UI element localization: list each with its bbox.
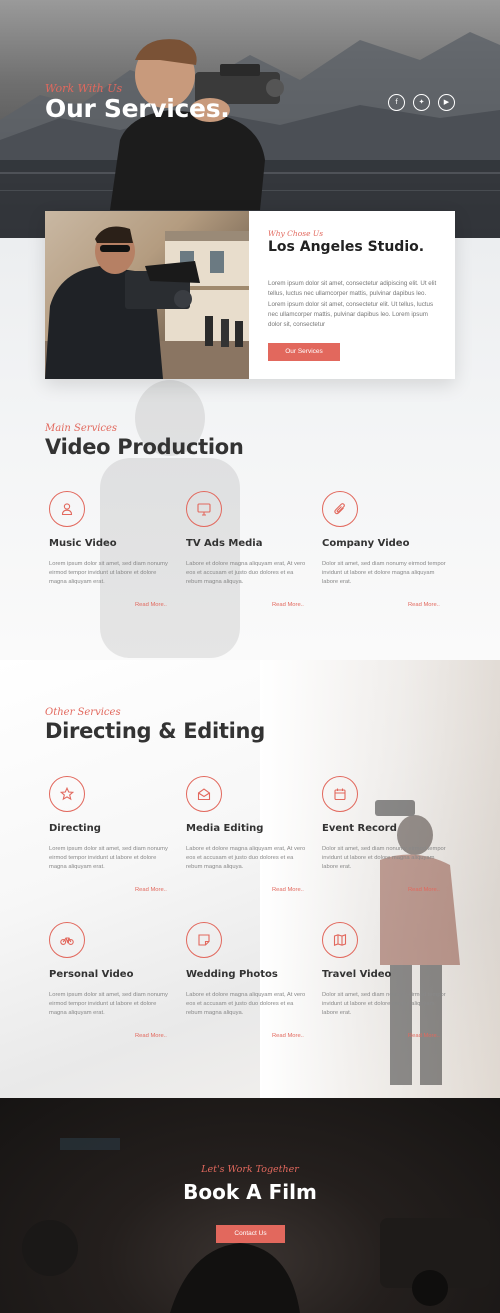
service-description: Dolor sit amet, sed diam nonumy eirmod t… <box>322 846 446 871</box>
monitor-icon <box>186 491 222 527</box>
service-description: Labore et dolore magna aliquyam erat, At… <box>186 846 306 871</box>
studio-card: Why Chose Us Los Angeles Studio. Lorem i… <box>45 211 455 379</box>
service-description: Labore et dolore magna aliquyam erat, At… <box>186 992 306 1017</box>
service-description: Lorem ipsum dolor sit amet, sed diam non… <box>49 992 168 1017</box>
service-name: Media Editing <box>186 823 264 834</box>
twitter-icon[interactable]: ✦ <box>413 94 430 111</box>
user-icon <box>49 491 85 527</box>
book-title: Book A Film <box>183 1180 317 1204</box>
studio-subtitle: Why Chose Us <box>268 229 324 238</box>
read-more-link[interactable]: Read More.. <box>135 1033 167 1039</box>
calendar-icon <box>322 776 358 812</box>
paperclip-icon <box>322 491 358 527</box>
read-more-link[interactable]: Read More.. <box>408 602 440 608</box>
service-description: Labore et dolore magna aliquyam erat, At… <box>186 561 306 586</box>
page-title: Our Services. <box>45 94 230 123</box>
book-background-image <box>22 1138 490 1313</box>
contact-us-button[interactable]: Contact Us <box>216 1225 285 1243</box>
hero-section: Work With Us Our Services. f ✦ ▶ <box>0 0 500 238</box>
read-more-link[interactable]: Read More.. <box>135 887 167 893</box>
service-name: Directing <box>49 823 101 834</box>
service-name: Travel Video <box>322 969 392 980</box>
book-subtitle: Let's Work Together <box>201 1164 299 1175</box>
read-more-link[interactable]: Read More.. <box>272 887 304 893</box>
background-figure-image <box>375 800 460 1085</box>
studio-photo <box>45 211 249 379</box>
studio-text: Lorem ipsum dolor sit amet, consectetur … <box>268 280 437 329</box>
read-more-link[interactable]: Read More.. <box>272 1033 304 1039</box>
star-icon <box>49 776 85 812</box>
main-services-subtitle: Main Services <box>45 423 118 434</box>
other-services-title: Directing & Editing <box>45 719 265 743</box>
service-description: Lorem ipsum dolor sit amet, sed diam non… <box>49 561 168 586</box>
read-more-link[interactable]: Read More.. <box>408 1033 440 1039</box>
sticky-note-icon <box>186 922 222 958</box>
studio-title: Los Angeles Studio. <box>268 239 425 255</box>
service-name: Event Record <box>322 823 397 834</box>
service-description: Dolor sit amet, sed diam nonumy eirmod t… <box>322 992 446 1017</box>
service-name: Wedding Photos <box>186 969 278 980</box>
service-description: Dolor sit amet, sed diam nonumy eirmod t… <box>322 561 446 586</box>
bicycle-icon <box>49 922 85 958</box>
service-name: Music Video <box>49 538 117 549</box>
book-film-section: Let's Work Together Book A Film Contact … <box>0 1098 500 1313</box>
service-description: Lorem ipsum dolor sit amet, sed diam non… <box>49 846 168 871</box>
youtube-icon[interactable]: ▶ <box>438 94 455 111</box>
service-name: TV Ads Media <box>186 538 263 549</box>
read-more-link[interactable]: Read More.. <box>408 887 440 893</box>
main-services-title: Video Production <box>45 435 244 459</box>
other-services-subtitle: Other Services <box>45 707 121 718</box>
background-figure-image <box>100 380 240 658</box>
our-services-button[interactable]: Our Services <box>268 343 340 361</box>
read-more-link[interactable]: Read More.. <box>272 602 304 608</box>
service-name: Company Video <box>322 538 410 549</box>
map-icon <box>322 922 358 958</box>
read-more-link[interactable]: Read More.. <box>135 602 167 608</box>
service-name: Personal Video <box>49 969 134 980</box>
facebook-icon[interactable]: f <box>388 94 405 111</box>
envelope-open-icon <box>186 776 222 812</box>
